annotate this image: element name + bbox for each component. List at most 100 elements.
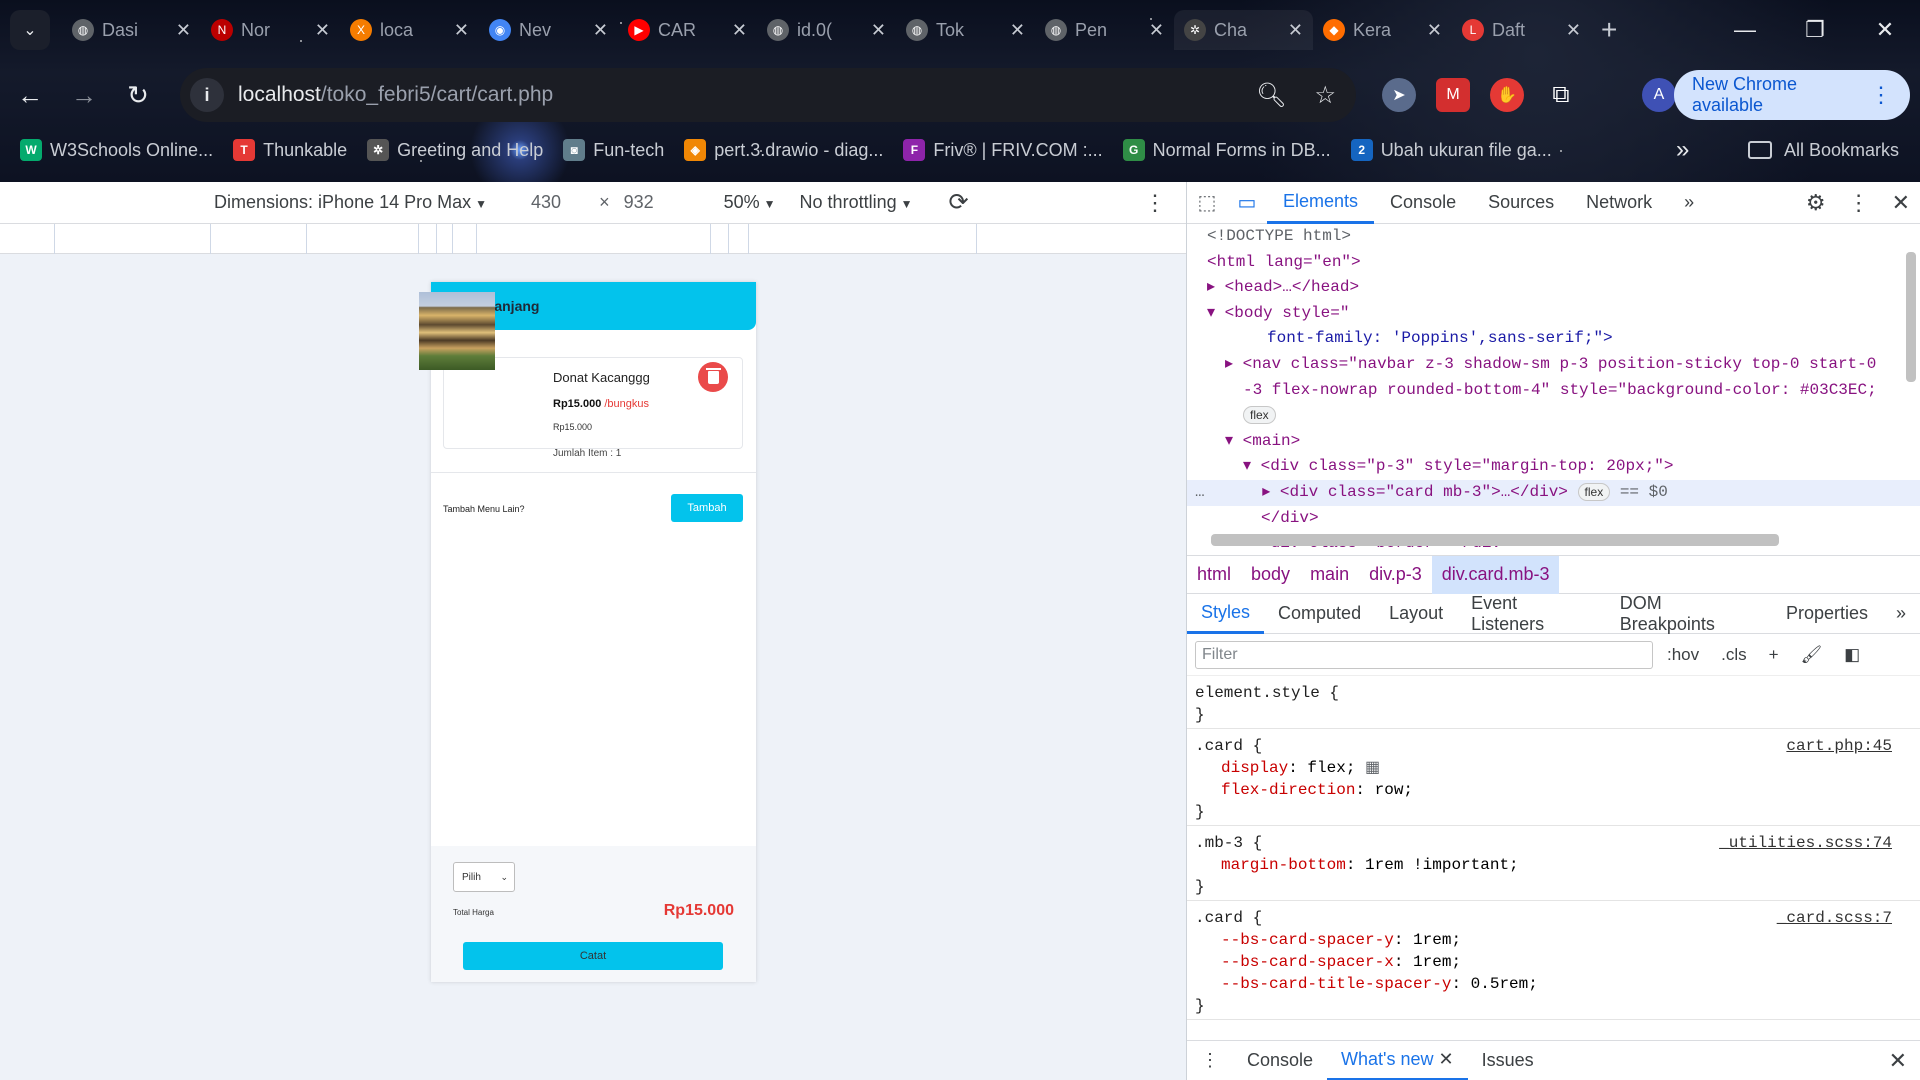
flex-badge[interactable]: flex: [1243, 406, 1276, 425]
close-drawer-icon[interactable]: ✕: [1889, 1048, 1907, 1074]
close-devtools-icon[interactable]: ✕: [1892, 190, 1910, 216]
tab-6[interactable]: ◍ Tok ✕: [896, 10, 1035, 50]
dom-line[interactable]: <!DOCTYPE html>: [1187, 224, 1920, 250]
extensions-puzzle-icon[interactable]: ⧉: [1544, 78, 1578, 112]
tab-network[interactable]: Network: [1570, 182, 1668, 224]
close-tab-icon[interactable]: ✕: [1427, 20, 1442, 41]
device-width-field[interactable]: 430: [531, 192, 561, 213]
hov-toggle[interactable]: :hov: [1667, 645, 1699, 665]
close-tab-icon[interactable]: ✕: [732, 20, 747, 41]
cls-toggle[interactable]: .cls: [1721, 645, 1747, 665]
close-tab-icon[interactable]: ✕: [1149, 20, 1164, 41]
dom-line[interactable]: <html lang="en">: [1187, 250, 1920, 276]
css-source-link[interactable]: _utilities.scss:74: [1719, 832, 1892, 854]
site-info-icon[interactable]: i: [190, 78, 224, 112]
styles-filter-input[interactable]: Filter: [1195, 640, 1653, 669]
throttling-select[interactable]: No throttling ▼: [800, 192, 913, 213]
minimize-button[interactable]: —: [1710, 0, 1780, 60]
tab-2[interactable]: Xloca ✕: [340, 10, 479, 50]
css-declaration[interactable]: --bs-card-spacer-x: 1rem;: [1195, 951, 1912, 973]
scroll-thumb[interactable]: [1211, 534, 1779, 546]
back-button[interactable]: ←: [6, 71, 54, 119]
styles-subtab[interactable]: Event Listeners: [1457, 593, 1606, 634]
submit-button[interactable]: Catat: [463, 942, 723, 970]
breadcrumb-item[interactable]: main: [1300, 556, 1359, 594]
close-tab-icon[interactable]: ✕: [454, 20, 469, 41]
dom-line[interactable]: </div>: [1187, 506, 1920, 532]
dom-line[interactable]: ▾ <main>: [1187, 429, 1920, 455]
settings-gear-icon[interactable]: ⚙: [1806, 190, 1826, 216]
tab-0[interactable]: ◍ Dasi ✕: [62, 10, 201, 50]
dom-line[interactable]: ▸ <head>…</head>: [1187, 275, 1920, 301]
breadcrumb-item[interactable]: div.p-3: [1359, 556, 1432, 594]
tab-8[interactable]: ✲ Cha ✕: [1174, 10, 1313, 50]
new-tab-button[interactable]: +: [1601, 14, 1617, 46]
close-tab-icon[interactable]: ✕: [871, 20, 886, 41]
css-selector[interactable]: element.style {: [1195, 682, 1912, 704]
tab-9[interactable]: ◆ Kera ✕: [1313, 10, 1452, 50]
tab-10[interactable]: L Daft ✕: [1452, 10, 1591, 50]
dom-line[interactable]: ▾ <div class="p-3" style="margin-top: 20…: [1187, 454, 1920, 480]
close-tab-icon[interactable]: ✕: [1010, 20, 1025, 41]
profile-avatar[interactable]: A: [1642, 78, 1676, 112]
delete-item-button[interactable]: [698, 362, 728, 392]
rotate-icon[interactable]: ⟳: [949, 188, 969, 217]
sidebar-toggle-icon[interactable]: ◧: [1844, 645, 1860, 665]
css-declaration[interactable]: display: flex; ▦: [1195, 757, 1912, 779]
forward-button[interactable]: →: [60, 71, 108, 119]
tab-4[interactable]: ▶ CAR ✕: [618, 10, 757, 50]
zoom-select[interactable]: 50% ▼: [724, 192, 776, 213]
close-tab-icon[interactable]: ✕: [1288, 20, 1303, 41]
dom-line[interactable]: -3 flex-nowrap rounded-bottom-4" style="…: [1187, 378, 1920, 404]
more-tabs-icon[interactable]: »: [1668, 182, 1710, 224]
drawer-tab-console[interactable]: Console: [1233, 1041, 1327, 1080]
media-query-ruler[interactable]: [0, 224, 1186, 254]
dom-horizontal-scrollbar[interactable]: [1195, 531, 1895, 549]
dom-line[interactable]: flex: [1187, 403, 1920, 429]
paint-brush-icon[interactable]: 🖌︎: [1801, 645, 1823, 665]
device-more-icon[interactable]: ⋮: [1144, 190, 1166, 216]
styles-subtab[interactable]: Computed: [1264, 594, 1375, 634]
tab-console[interactable]: Console: [1374, 182, 1472, 224]
dom-line[interactable]: font-family: 'Poppins',sans-serif;">: [1187, 326, 1920, 352]
bookmark-item[interactable]: G Normal Forms in DB...: [1122, 139, 1331, 161]
css-source-link[interactable]: cart.php:45: [1786, 735, 1892, 757]
scroll-thumb[interactable]: [1906, 252, 1916, 382]
tab-1[interactable]: N Nor ✕: [201, 10, 340, 50]
payment-select[interactable]: Pilih ⌄: [453, 862, 515, 892]
close-tab-icon[interactable]: ✕: [593, 20, 608, 41]
flex-editor-icon[interactable]: ▦: [1365, 759, 1380, 777]
close-tab-icon[interactable]: ✕: [315, 20, 330, 41]
styles-subtab[interactable]: Properties: [1772, 594, 1882, 634]
drawer-tab-issues[interactable]: Issues: [1468, 1041, 1548, 1080]
device-toggle-icon[interactable]: ▭: [1227, 182, 1267, 224]
reload-button[interactable]: ↻: [114, 71, 162, 119]
bookmark-item[interactable]: ✲ Greeting and Help: [367, 139, 543, 161]
drawer-menu-icon[interactable]: ⋮: [1187, 1041, 1233, 1080]
tab-3[interactable]: ◉ Nev ✕: [479, 10, 618, 50]
styles-subtab[interactable]: Layout: [1375, 594, 1457, 634]
chrome-menu-icon[interactable]: ⋮: [1870, 82, 1892, 108]
drawer-tab-whats-new[interactable]: What's new ✕: [1327, 1041, 1468, 1080]
device-select[interactable]: Dimensions: iPhone 14 Pro Max ▼: [214, 192, 487, 213]
dom-line[interactable]: ▸ <nav class="navbar z-3 shadow-sm p-3 p…: [1187, 352, 1920, 378]
breadcrumb-item[interactable]: body: [1241, 556, 1300, 594]
more-subtabs-icon[interactable]: »: [1882, 594, 1920, 634]
extension-cursor-icon[interactable]: ➤: [1382, 78, 1416, 112]
zoom-icon[interactable]: 🔍︎: [1256, 81, 1286, 110]
flex-badge[interactable]: flex: [1577, 482, 1611, 501]
dom-line-selected[interactable]: … ▸ <div class="card mb-3">…</div> flex …: [1187, 479, 1920, 506]
bookmark-item[interactable]: ◙ Fun-tech: [563, 139, 664, 161]
extension-mendeley-icon[interactable]: M: [1436, 78, 1470, 112]
css-declaration[interactable]: --bs-card-spacer-y: 1rem;: [1195, 929, 1912, 951]
breadcrumb-item[interactable]: html: [1187, 556, 1241, 594]
close-tab-icon[interactable]: ✕: [176, 20, 191, 41]
breadcrumb-item[interactable]: div.card.mb-3: [1431, 555, 1560, 594]
css-source-link[interactable]: _card.scss:7: [1777, 907, 1892, 929]
tab-search-button[interactable]: ⌄: [10, 10, 50, 50]
add-menu-button[interactable]: Tambah: [671, 494, 743, 522]
tab-7[interactable]: ◍ Pen ✕: [1035, 10, 1174, 50]
css-declaration[interactable]: margin-bottom: 1rem !important;: [1195, 854, 1912, 876]
bookmark-item[interactable]: ◈ pert.3.drawio - diag...: [684, 139, 883, 161]
devtools-menu-icon[interactable]: ⋮: [1848, 190, 1870, 216]
